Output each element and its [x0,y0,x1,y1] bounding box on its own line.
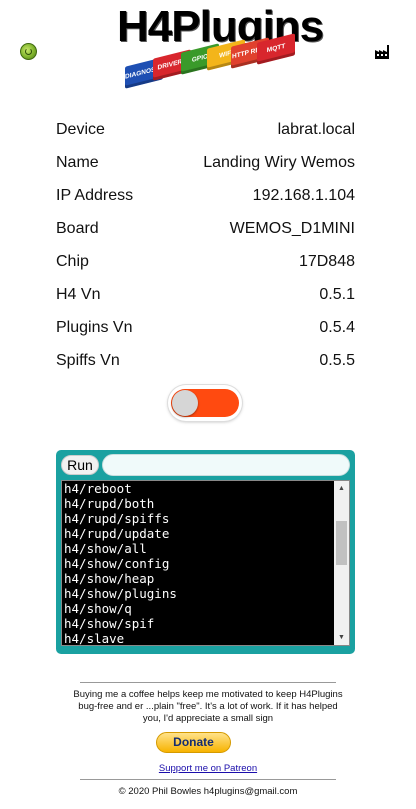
patreon-link[interactable]: Support me on Patreon [70,763,346,774]
donate-button[interactable]: Donate [156,732,231,753]
footer-divider [80,779,336,780]
info-value: 0.5.5 [319,352,355,369]
info-value: Landing Wiry Wemos [203,154,355,171]
info-value: labrat.local [277,121,355,138]
info-value: 17D848 [298,253,355,270]
info-label: Spiffs Vn [56,352,120,369]
info-value: 0.5.1 [319,286,355,303]
info-value: 192.168.1.104 [252,187,355,204]
vertical-scrollbar[interactable]: ▲ ▼ [334,481,349,645]
info-label: Chip [56,253,89,270]
donate-message: Buying me a coffee helps keep me motivat… [73,689,343,724]
power-toggle-switch[interactable] [168,385,242,421]
command-list-item[interactable]: h4/rupd/update [64,526,334,541]
info-row-device: Device labrat.local [56,113,355,146]
command-list-item[interactable]: h4/reboot [64,481,334,496]
command-console: Run h4/reboot h4/rupd/both h4/rupd/spiff… [56,450,355,654]
command-list-item[interactable]: h4/show/q [64,601,334,616]
command-list: h4/reboot h4/rupd/both h4/rupd/spiffs h4… [64,481,334,645]
toggle-knob[interactable] [172,390,198,416]
toggle-track [171,389,239,417]
info-value: WEMOS_D1MINI [229,220,355,237]
info-label: Plugins Vn [56,319,133,336]
info-row-h4-version: H4 Vn 0.5.1 [56,278,355,311]
info-row-ip-address: IP Address 192.168.1.104 [56,179,355,212]
run-button[interactable]: Run [61,455,99,475]
scroll-up-arrow-icon[interactable]: ▲ [334,481,349,496]
command-list-item[interactable]: h4/show/config [64,556,334,571]
command-list-box[interactable]: h4/reboot h4/rupd/both h4/rupd/spiffs h4… [61,480,350,646]
info-row-name: Name Landing Wiry Wemos [56,146,355,179]
h4plugins-logo: H4Plugins DIAGNOSTICS DRIVERS GPIO WIFI … [117,2,324,98]
factory-icon[interactable] [374,42,392,60]
command-list-item[interactable]: h4/slave [64,631,334,645]
command-list-item[interactable]: h4/show/heap [64,571,334,586]
command-list-item[interactable]: h4/rupd/both [64,496,334,511]
command-input[interactable] [102,454,350,476]
command-list-item[interactable]: h4/show/all [64,541,334,556]
info-label: H4 Vn [56,286,101,303]
info-label: Device [56,121,105,138]
scrollbar-thumb[interactable] [336,521,347,565]
info-label: Name [56,154,99,171]
info-row-board: Board WEMOS_D1MINI [56,212,355,245]
device-info-table: Device labrat.local Name Landing Wiry We… [56,113,355,377]
copyright-text: © 2020 Phil Bowles h4plugins@gmail.com [118,786,298,797]
command-list-item[interactable]: h4/show/spif [64,616,334,631]
command-list-item[interactable]: h4/show/plugins [64,586,334,601]
command-list-item[interactable]: h4/rupd/spiffs [64,511,334,526]
info-row-chip: Chip 17D848 [56,245,355,278]
footer-divider [80,682,336,683]
info-row-spiffs-version: Spiffs Vn 0.5.5 [56,344,355,377]
info-row-plugins-version: Plugins Vn 0.5.4 [56,311,355,344]
info-label: IP Address [56,187,134,204]
connected-status-icon [20,43,37,60]
scroll-down-arrow-icon[interactable]: ▼ [334,630,349,645]
info-label: Board [56,220,99,237]
info-value: 0.5.4 [319,319,355,336]
